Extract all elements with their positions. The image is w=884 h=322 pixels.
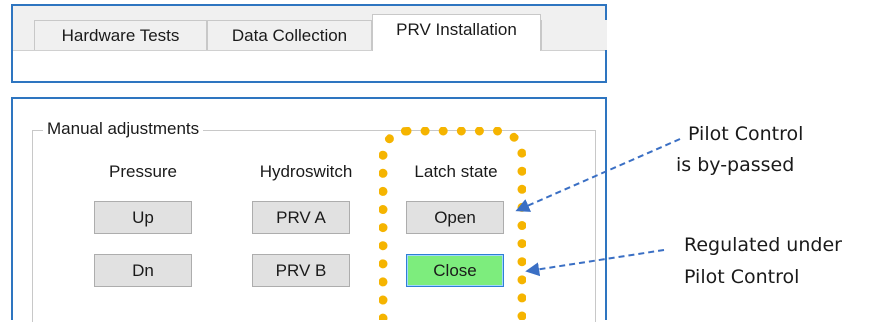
annotation-bypassed-line1: Pilot Control <box>688 123 804 145</box>
arrow-bypassed <box>515 138 681 212</box>
annotation-regulated-line1: Regulated under <box>684 234 842 256</box>
annotation-regulated-line2: Pilot Control <box>684 266 800 288</box>
annotation-bypassed-line2: is by-passed <box>676 154 795 176</box>
arrow-regulated <box>525 249 665 277</box>
